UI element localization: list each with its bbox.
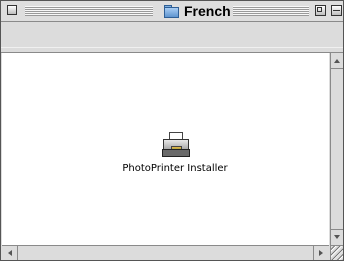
zoom-box[interactable] xyxy=(315,5,326,16)
file-item-photoprinter-installer[interactable]: PhotoPrinter Installer xyxy=(110,131,240,174)
finder-window: French PhotoPrinter Installer xyxy=(0,0,344,261)
scroll-up-arrow-icon[interactable] xyxy=(334,59,340,63)
close-box[interactable] xyxy=(7,5,17,15)
folder-content[interactable]: PhotoPrinter Installer xyxy=(2,53,329,245)
collapse-box[interactable] xyxy=(331,5,342,16)
vertical-scrollbar[interactable] xyxy=(330,53,343,245)
file-item-label[interactable]: PhotoPrinter Installer xyxy=(122,163,227,174)
window-header xyxy=(1,22,343,53)
title-bar-stripes-right xyxy=(233,6,309,16)
title-bar[interactable]: French xyxy=(1,1,343,22)
scroll-left-arrow-icon[interactable] xyxy=(8,250,12,256)
printer-installer-icon[interactable] xyxy=(159,131,191,159)
scroll-right-arrow-icon[interactable] xyxy=(319,250,323,256)
horizontal-scrollbar[interactable] xyxy=(2,245,329,260)
folder-icon xyxy=(163,4,179,18)
window-title-group: French xyxy=(159,2,237,20)
resize-grow-box[interactable] xyxy=(330,245,343,260)
scroll-down-arrow-icon[interactable] xyxy=(334,235,340,239)
title-bar-stripes-left xyxy=(25,6,153,16)
window-title: French xyxy=(184,3,231,19)
